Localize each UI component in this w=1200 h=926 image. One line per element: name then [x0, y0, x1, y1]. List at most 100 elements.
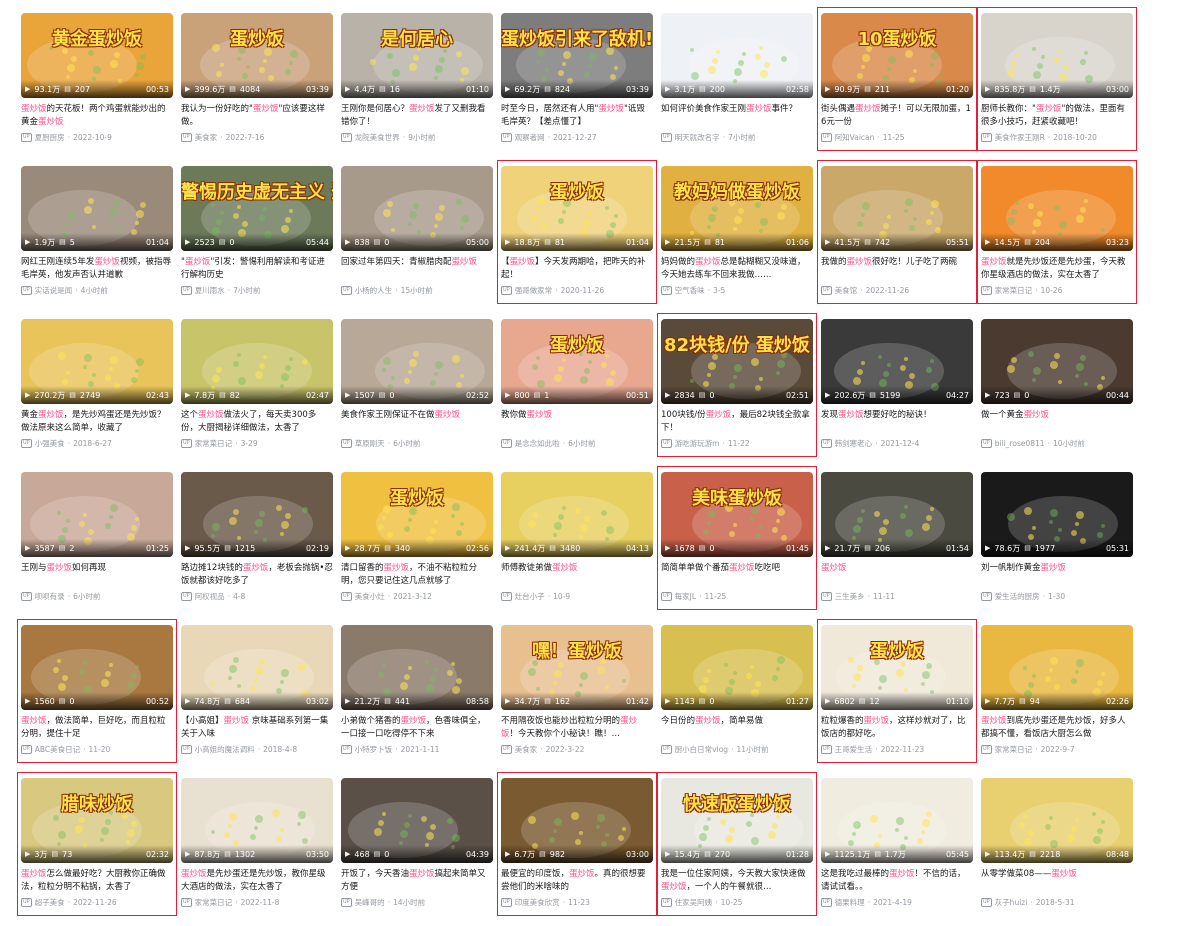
video-thumbnail[interactable]: ▶ 270.2万 ▤ 2749 02:43: [21, 319, 173, 404]
uploader-name[interactable]: 观察者网: [515, 132, 545, 143]
video-thumbnail[interactable]: ▶ 202.6万 ▤ 5199 04:27: [821, 319, 973, 404]
uploader-name[interactable]: 超子美食: [35, 897, 65, 908]
video-thumbnail[interactable]: 蛋炒饭 ▶ 800 ▤ 1 00:51: [501, 319, 653, 404]
video-card[interactable]: ▶ 1125.1万 ▤ 1.7万 05:45 这是我吃过最棒的蛋炒饭！不信的话，请试试看。…: [821, 778, 973, 908]
uploader-name[interactable]: 小强美食: [35, 438, 65, 449]
video-card[interactable]: ▶ 1560 ▤ 0 00:52 蛋炒饭，做法简单，巨好吃，而且粒粒分明，提住十足 UP AB…: [21, 625, 173, 755]
video-card[interactable]: 82块钱/份 蛋炒饭 ▶ 2834 ▤ 0 02:51 100块钱/份蛋炒饭，最后82块钱全…: [661, 319, 813, 449]
video-meta[interactable]: UP 小高姐的魔法调料 · 2018-4-8: [181, 744, 333, 755]
video-thumbnail[interactable]: 美味蛋炒饭 ▶ 1678 ▤ 0 01:45: [661, 472, 813, 557]
video-thumbnail[interactable]: ▶ 1560 ▤ 0 00:52: [21, 625, 173, 710]
video-title[interactable]: 简简单单做个番茄蛋炒饭吃吃吧: [661, 562, 813, 588]
video-card[interactable]: 美味蛋炒饭 ▶ 1678 ▤ 0 01:45 简简单单做个番茄蛋炒饭吃吃吧 UP 每家JL · 11…: [661, 472, 813, 602]
uploader-name[interactable]: 夏厨厨房: [35, 132, 65, 143]
video-card[interactable]: ▶ 468 ▤ 0 04:39 开饭了，今天香油蛋炒饭搞起来简单又方便 UP 吴峰哥的 · 14小…: [341, 778, 493, 908]
video-card[interactable]: ▶ 241.4万 ▤ 3480 04:13 师傅教徒弟做蛋炒饭 UP 灶台小子 · 10-9: [501, 472, 653, 602]
video-title[interactable]: 王刚与蛋炒饭如何再现: [21, 562, 173, 588]
video-meta[interactable]: UP 美食小灶 · 2021-3-12: [341, 591, 493, 602]
uploader-name[interactable]: 每家JL: [675, 591, 696, 602]
video-card[interactable]: ▶ 723 ▤ 0 00:44 做一个黄金蛋炒饭 UP bili_rose0811 · 10小时前: [981, 319, 1133, 449]
video-thumbnail[interactable]: ▶ 838 ▤ 0 05:00: [341, 166, 493, 251]
video-meta[interactable]: UP 家常菜日记 · 3-29: [181, 438, 333, 449]
video-title[interactable]: 美食作家王刚保证不在做蛋炒饭: [341, 409, 493, 435]
video-title[interactable]: 发现蛋炒饭想要好吃的秘诀！: [821, 409, 973, 435]
video-card[interactable]: 蛋炒饭 ▶ 399.6万 ▤ 4084 03:39 我认为一份好吃的"蛋炒饭"应该要这样做。…: [181, 13, 333, 143]
video-card[interactable]: 蛋炒饭 ▶ 18.8万 ▤ 81 01:04 【蛋炒饭】今天发两期哈，把昨天的补起！ UP 强哥…: [501, 166, 653, 296]
uploader-name[interactable]: 家常菜日记: [195, 438, 233, 449]
video-card[interactable]: ▶ 3.1万 ▤ 200 02:58 如何评价美食作家王刚蛋炒饭事件？ UP 明天就改名字 · 7…: [661, 13, 813, 143]
video-title[interactable]: 教你做蛋炒饭: [501, 409, 653, 435]
video-card[interactable]: ▶ 74.8万 ▤ 684 03:02 【小高姐】蛋炒饭 京味基础系列第一集 关于入味 UP…: [181, 625, 333, 755]
video-title[interactable]: 这个蛋炒饭做法火了，每天卖300多份，大厨揭秘详细做法，太香了: [181, 409, 333, 435]
video-meta[interactable]: UP 韩剑寒老心 · 2021-12-4: [821, 438, 973, 449]
video-card[interactable]: 蛋炒饭引来了敌机!? ▶ 69.2万 ▤ 824 03:39 时至今日，居然还有人用"蛋炒饭…: [501, 13, 653, 143]
uploader-name[interactable]: 美食小灶: [355, 591, 385, 602]
uploader-name[interactable]: 阿知Vaican: [835, 132, 875, 143]
video-card[interactable]: ▶ 1507 ▤ 0 02:52 美食作家王刚保证不在做蛋炒饭 UP 草原刚天 · 6小时前: [341, 319, 493, 449]
video-card[interactable]: ▶ 838 ▤ 0 05:00 回家过年第四天：青椒腊肉配蛋炒饭 UP 小杨的人生 · 15小时前: [341, 166, 493, 296]
video-title[interactable]: 厨师长教你："蛋炒饭"的做法，里面有很多小技巧，赶紧收藏吧！: [981, 103, 1133, 129]
uploader-name[interactable]: 明天就改名字: [675, 132, 720, 143]
video-title[interactable]: 网红王刚连续5年发蛋炒饭视频，被指辱毛岸英，他发声否认并道歉: [21, 256, 173, 282]
video-thumbnail[interactable]: ▶ 1.9万 ▤ 5 01:04: [21, 166, 173, 251]
uploader-name[interactable]: 小高姐的魔法调料: [195, 744, 255, 755]
video-card[interactable]: ▶ 202.6万 ▤ 5199 04:27 发现蛋炒饭想要好吃的秘诀！ UP 韩剑寒老心 · 20…: [821, 319, 973, 449]
video-title[interactable]: 黄金蛋炒饭，是先炒鸡蛋还是先炒饭？做法原来这么简单，收藏了: [21, 409, 173, 435]
video-meta[interactable]: UP 草原刚天 · 6小时前: [341, 438, 493, 449]
video-card[interactable]: 蛋炒饭 ▶ 6802 ▤ 12 01:10 粒粒爆香的蛋炒饭，这样炒就对了，比饭店的都好吃。…: [821, 625, 973, 755]
video-title[interactable]: 我认为一份好吃的"蛋炒饭"应该要这样做。: [181, 103, 333, 129]
video-card[interactable]: ▶ 41.5万 ▤ 742 05:51 我做的蛋炒饭很好吃！儿子吃了两碗 UP 美食馆 · 202…: [821, 166, 973, 296]
video-meta[interactable]: UP 小强美食 · 2018-6-27: [21, 438, 173, 449]
video-title[interactable]: 街头偶遇蛋炒饭摊子！可以无限加蛋，16元一份: [821, 103, 973, 129]
video-title[interactable]: 王刚你是何居心？蛋炒饭发了又删我看错你了！: [341, 103, 493, 129]
uploader-name[interactable]: 夏川雨水: [195, 285, 225, 296]
video-title[interactable]: 小弟做个猪香的蛋炒饭，色香味俱全，一口接一口吃得停不下来: [341, 715, 493, 741]
video-meta[interactable]: UP 三生美乡 · 11-11: [821, 591, 973, 602]
uploader-name[interactable]: 草原刚天: [355, 438, 385, 449]
video-card[interactable]: 警惕历史虚无主义 蛋炒饭诋毁烈士 ▶2523▤0 05:44 "蛋炒饭"引发：警惕利用…: [181, 166, 333, 296]
video-meta[interactable]: UP 美食馆 · 2022-11-26: [821, 285, 973, 296]
video-thumbnail[interactable]: ▶ 7.7万 ▤ 94 02:26: [981, 625, 1133, 710]
video-meta[interactable]: UP 空气香味 · 3-5: [661, 285, 813, 296]
video-thumbnail[interactable]: ▶ 113.4万 ▤ 2218 08:48: [981, 778, 1133, 863]
video-meta[interactable]: UP 夏厨厨房 · 2022-10-9: [21, 132, 173, 143]
video-card[interactable]: 10蛋炒饭 ▶ 90.9万 ▤ 211 01:20 街头偶遇蛋炒饭摊子！可以无限加蛋，16元…: [821, 13, 973, 143]
uploader-name[interactable]: 德果料理: [835, 897, 865, 908]
uploader-name[interactable]: 韩剑寒老心: [835, 438, 873, 449]
video-meta[interactable]: UP 游吃游玩游m · 11-22: [661, 438, 813, 449]
video-card[interactable]: ▶ 78.6万 ▤ 1977 05:31 刘一帆制作黄金蛋炒饭 UP 爱生活的厨房 · 1-30: [981, 472, 1133, 602]
video-title[interactable]: 粒粒爆香的蛋炒饭，这样炒就对了，比饭店的都好吃。: [821, 715, 973, 741]
video-meta[interactable]: UP 小杨的人生 · 15小时前: [341, 285, 493, 296]
video-meta[interactable]: UP 美食家 · 2022-7-16: [181, 132, 333, 143]
video-thumbnail[interactable]: ▶ 3587 ▤ 2 01:25: [21, 472, 173, 557]
video-title[interactable]: 蛋炒饭的天花板！两个鸡蛋就能炒出的黄金蛋炒饭: [21, 103, 173, 129]
uploader-name[interactable]: 游吃游玩游m: [675, 438, 720, 449]
video-thumbnail[interactable]: ▶ 21.7万 ▤ 206 01:54: [821, 472, 973, 557]
video-thumbnail[interactable]: 蛋炒饭 ▶ 6802 ▤ 12 01:10: [821, 625, 973, 710]
video-card[interactable]: 蛋炒饭 ▶ 28.7万 ▤ 340 02:56 清口留香的蛋炒饭，不油不粘粒粒分明，您只要记…: [341, 472, 493, 602]
video-title[interactable]: 蛋炒饭怎么做最好吃？大厨教你正确做法，粒粒分明不粘锅，太香了: [21, 868, 173, 894]
video-title[interactable]: 清口留香的蛋炒饭，不油不粘粒粒分明，您只要记住这几点就够了: [341, 562, 493, 588]
uploader-name[interactable]: 呗呗有录: [35, 591, 65, 602]
video-thumbnail[interactable]: 蛋炒饭 ▶ 399.6万 ▤ 4084 03:39: [181, 13, 333, 98]
video-meta[interactable]: UP 吴峰哥的 · 14小时前: [341, 897, 493, 908]
video-title[interactable]: 蛋炒饭到底先炒蛋还是先炒饭，好多人都搞不懂，看饭店大厨怎么做: [981, 715, 1133, 741]
uploader-name[interactable]: 爱生活的厨房: [995, 591, 1040, 602]
uploader-name[interactable]: bili_rose0811: [995, 439, 1045, 448]
video-thumbnail[interactable]: 82块钱/份 蛋炒饭 ▶ 2834 ▤ 0 02:51: [661, 319, 813, 404]
uploader-name[interactable]: 灶台小子: [515, 591, 545, 602]
video-meta[interactable]: UP 是念念如此啦 · 6小时前: [501, 438, 653, 449]
video-card[interactable]: ▶ 1143 ▤ 0 01:27 今日份的蛋炒饭，简单易做 UP 厨小白日常vlog · 11小时…: [661, 625, 813, 755]
video-title[interactable]: 我是一位住家阿姨，今天教大家快速做蛋炒饭，一个人的午餐就很…: [661, 868, 813, 894]
uploader-name[interactable]: 阿权视品: [195, 591, 225, 602]
video-meta[interactable]: UP 家常菜日记 · 10-26: [981, 285, 1133, 296]
video-card[interactable]: 黄金蛋炒饭 ▶ 93.1万 ▤ 207 00:53 蛋炒饭的天花板！两个鸡蛋就能炒出的黄金蛋…: [21, 13, 173, 143]
video-card[interactable]: ▶ 87.8万 ▤ 1302 03:50 蛋炒饭是先炒蛋还是先炒饭，教你星级大酒店的做法，…: [181, 778, 333, 908]
uploader-name[interactable]: 美食作家王刚R: [995, 132, 1045, 143]
video-meta[interactable]: UP 呗呗有录 · 6小时前: [21, 591, 173, 602]
video-card[interactable]: ▶ 7.8万 ▤ 82 02:47 这个蛋炒饭做法火了，每天卖300多份，大厨揭秘详细做法…: [181, 319, 333, 449]
video-title[interactable]: 蛋炒饭，做法简单，巨好吃，而且粒粒分明，提住十足: [21, 715, 173, 741]
video-card[interactable]: ▶ 270.2万 ▤ 2749 02:43 黄金蛋炒饭，是先炒鸡蛋还是先炒饭？做法原来这么…: [21, 319, 173, 449]
video-thumbnail[interactable]: 警惕历史虚无主义 蛋炒饭诋毁烈士 ▶2523▤0 05:44: [181, 166, 333, 251]
uploader-name[interactable]: 龙院美食世界: [355, 132, 400, 143]
